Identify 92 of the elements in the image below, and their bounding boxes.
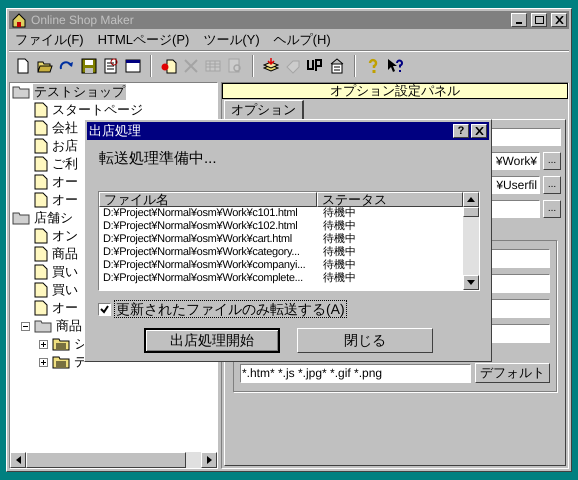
tree-item[interactable]: 商品 — [55, 318, 83, 334]
menu-item[interactable]: HTMLページ(P) — [98, 30, 190, 50]
left-arrow-icon — [16, 456, 20, 464]
tree-item[interactable]: オン — [51, 228, 79, 244]
horizontal-scrollbar[interactable] — [10, 452, 217, 468]
page-icon — [34, 246, 48, 262]
tree-item[interactable]: オー — [51, 174, 79, 190]
file-path-cell-text: D:¥Project¥Normal¥osm¥Work¥c102.html — [102, 220, 298, 233]
file-path-cell-text: D:¥Project¥Normal¥osm¥Work¥complete... — [102, 272, 304, 285]
window-title: Online Shop Maker — [31, 12, 135, 29]
status-cell-text: 待機中 — [322, 233, 356, 246]
tree-item[interactable]: テストショップ — [33, 84, 126, 100]
menu-item[interactable]: ツール(Y) — [203, 30, 260, 50]
status-cell-text: 待機中 — [322, 259, 356, 272]
close-icon — [474, 127, 484, 135]
tree-item[interactable]: 会社 — [51, 120, 79, 136]
upload-icon[interactable] — [307, 58, 323, 74]
save-icon[interactable] — [81, 58, 97, 74]
checkbox-label[interactable]: 更新されたファイルのみ転送する(A) — [114, 300, 347, 318]
status-message: 転送処理準備中... — [99, 150, 218, 168]
file-path-cell-text: D:¥Project¥Normal¥osm¥Work¥category... — [102, 246, 301, 259]
menu-item[interactable]: ファイル(F) — [15, 30, 84, 50]
status-cell-text: 待機中 — [322, 272, 356, 285]
tab[interactable]: オプション — [224, 100, 304, 119]
maximize-icon — [534, 16, 544, 24]
collapse-icon[interactable] — [21, 322, 30, 330]
close-icon — [554, 16, 564, 24]
scroll-thumb[interactable] — [26, 452, 186, 468]
tree-item[interactable]: オー — [51, 300, 79, 316]
properties-icon[interactable] — [329, 58, 345, 74]
browse-button[interactable]: ... — [543, 152, 561, 170]
tree-item[interactable]: オー — [51, 192, 79, 208]
file-pattern-field[interactable]: *.htm* *.js *.jpg* *.gif *.png — [240, 364, 471, 382]
page-icon — [34, 138, 48, 154]
status-cell-text: 待機中 — [322, 220, 356, 233]
dialog-title: 出店処理 — [89, 123, 142, 139]
add-page-icon[interactable] — [161, 58, 177, 74]
expand-icon[interactable] — [39, 358, 48, 366]
tree-item[interactable]: お店 — [51, 138, 79, 154]
shop-house-icon — [11, 12, 27, 28]
close-button[interactable] — [471, 124, 487, 138]
tree-item[interactable]: 商品 — [51, 246, 79, 262]
folder-icon — [34, 319, 52, 333]
page-icon — [34, 264, 48, 280]
status-cell-text: 待機中 — [322, 246, 356, 259]
browse-button[interactable]: ... — [543, 176, 561, 194]
column-header[interactable]: ファイル名 — [99, 192, 317, 207]
new-file-icon[interactable] — [15, 58, 31, 74]
stack-arrow-icon[interactable] — [263, 58, 279, 74]
dialog-button[interactable]: 出店処理開始 — [144, 328, 280, 353]
tree-item[interactable]: 買い — [51, 264, 79, 280]
file-path-cell-text: D:¥Project¥Normal¥osm¥Work¥companyi... — [102, 259, 306, 272]
page-icon — [34, 174, 48, 190]
close-button[interactable] — [551, 13, 567, 27]
minimize-button[interactable] — [511, 13, 527, 27]
file-path-cell-text: D:¥Project¥Normal¥osm¥Work¥c101.html — [102, 207, 298, 220]
expand-icon[interactable] — [39, 340, 48, 348]
check-icon — [100, 304, 109, 314]
page-icon — [34, 102, 48, 118]
panel-header: オプション設定パネル — [222, 83, 568, 99]
checkbox[interactable] — [98, 302, 111, 316]
folder-icon — [12, 211, 30, 225]
page-icon — [34, 300, 48, 316]
page-icon — [34, 120, 48, 136]
down-arrow-icon — [467, 280, 475, 285]
status-cell-text: 待機中 — [322, 207, 356, 220]
vertical-scrollbar[interactable] — [463, 192, 479, 290]
maximize-button[interactable] — [531, 13, 547, 27]
page-icon — [34, 228, 48, 244]
browse-button[interactable]: ... — [543, 200, 561, 218]
window-icon[interactable] — [125, 58, 141, 74]
scroll-thumb[interactable] — [463, 207, 479, 217]
right-arrow-icon — [206, 456, 212, 464]
tree-item[interactable]: スタートページ — [51, 102, 144, 118]
document-gear-icon[interactable] — [103, 58, 119, 74]
page-icon — [34, 192, 48, 208]
page-icon — [34, 156, 48, 172]
dialog-button[interactable]: 閉じる — [297, 328, 433, 353]
file-path-cell-text: D:¥Project¥Normal¥osm¥Work¥cart.html — [102, 233, 293, 246]
tree-item[interactable]: 買い — [51, 282, 79, 298]
default-button[interactable]: デフォルト — [475, 363, 550, 383]
column-header[interactable]: ステータス — [317, 192, 463, 207]
tree-item[interactable]: 店舗シ — [33, 210, 74, 226]
up-arrow-icon — [467, 197, 475, 202]
context-help-icon[interactable] — [387, 58, 403, 74]
folder-icon — [12, 85, 30, 99]
page-icon — [34, 282, 48, 298]
menu-item[interactable]: ヘルプ(H) — [274, 30, 331, 50]
folder-list-icon — [52, 337, 70, 351]
folder-list-icon — [52, 355, 70, 369]
tree-item[interactable]: ご利 — [51, 156, 79, 172]
help-button[interactable]: ? — [453, 124, 469, 138]
